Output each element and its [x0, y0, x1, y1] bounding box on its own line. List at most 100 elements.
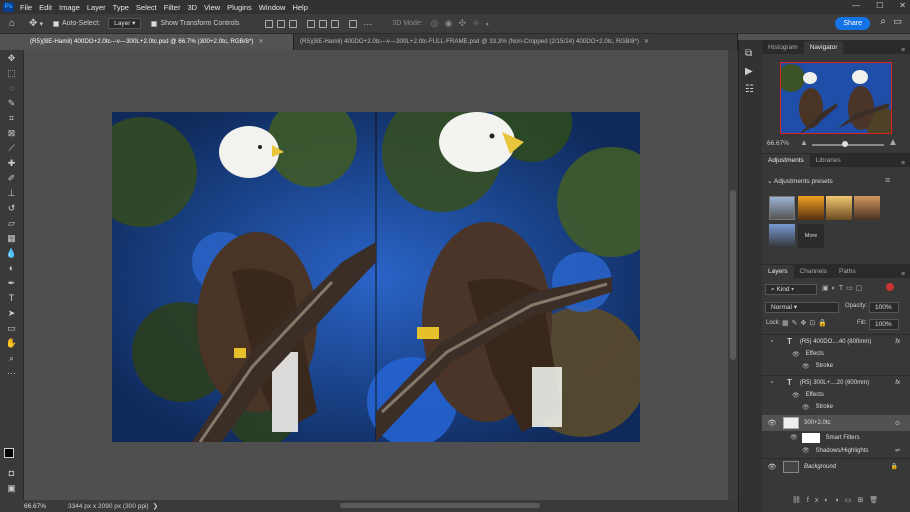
- align-bottom-icon[interactable]: [331, 19, 340, 28]
- properties-panel-icon[interactable]: ☷: [745, 84, 754, 95]
- panel-menu-icon[interactable]: ≡: [901, 160, 905, 167]
- blur-tool-icon[interactable]: 💧: [5, 248, 18, 259]
- visibility-toggle[interactable]: ▫: [767, 338, 777, 345]
- list-view-icon[interactable]: ≡: [885, 175, 890, 185]
- layers-footer-icons[interactable]: ⛓fx◐◑▭⊞🗑: [792, 496, 884, 504]
- 3d-rotate-icon[interactable]: ◎: [431, 18, 439, 29]
- align-top-icon[interactable]: [307, 19, 316, 28]
- layer-effects-row[interactable]: 👁 Effects: [762, 389, 910, 401]
- layer-row[interactable]: 👁 Background 🔒: [762, 458, 910, 474]
- lock-icons[interactable]: ▦✎✥⊡🔒: [782, 319, 830, 327]
- layer-row[interactable]: ▫ T (R5) 400DO....40 (800mm) fx: [762, 334, 910, 348]
- spot-healing-tool-icon[interactable]: ✚: [5, 158, 18, 169]
- crop-tool-icon[interactable]: ⌗: [5, 113, 18, 124]
- eye-icon[interactable]: 👁: [767, 419, 777, 427]
- more-presets-button[interactable]: More: [798, 224, 824, 248]
- layer-stroke-row[interactable]: 👁 Stroke: [762, 360, 910, 372]
- align-left-icon[interactable]: [265, 19, 274, 28]
- eyedropper-tool-icon[interactable]: ⟋: [5, 143, 18, 154]
- visibility-toggle[interactable]: ▫: [767, 379, 777, 386]
- maximize-button[interactable]: ☐: [876, 1, 883, 10]
- tool-preset-chevron-icon[interactable]: ▾: [39, 20, 43, 28]
- layer-stroke-row[interactable]: 👁 Stroke: [762, 401, 910, 413]
- workspace-icon[interactable]: ▭: [893, 16, 902, 27]
- preset-thumb-1[interactable]: [769, 196, 795, 220]
- 3d-slide-icon[interactable]: ✧: [472, 18, 480, 29]
- more-tools-icon[interactable]: ···: [5, 368, 18, 379]
- search-icon[interactable]: ⌕: [880, 16, 886, 27]
- align-hcenter-icon[interactable]: [277, 19, 286, 28]
- document-image[interactable]: [112, 112, 640, 442]
- tab-libraries[interactable]: Libraries: [810, 154, 847, 167]
- menu-file[interactable]: File: [20, 3, 32, 12]
- type-tool-icon[interactable]: T: [5, 293, 18, 304]
- menu-help[interactable]: Help: [292, 3, 307, 12]
- scrollbar-thumb[interactable]: [730, 190, 736, 360]
- filter-icons[interactable]: ▣◐T▭▢: [822, 284, 865, 292]
- tab-navigator[interactable]: Navigator: [803, 41, 844, 54]
- marquee-tool-icon[interactable]: ⬚: [5, 68, 18, 79]
- menu-view[interactable]: View: [204, 3, 220, 12]
- fx-icon[interactable]: fx: [895, 380, 900, 386]
- layer-effects-row[interactable]: 👁 Effects: [762, 348, 910, 360]
- pen-tool-icon[interactable]: ✒: [5, 278, 18, 289]
- path-select-tool-icon[interactable]: ➤: [5, 308, 18, 319]
- brush-tool-icon[interactable]: ✐: [5, 173, 18, 184]
- menu-window[interactable]: Window: [259, 3, 286, 12]
- panel-menu-icon[interactable]: ≡: [901, 271, 905, 278]
- zoom-tool-icon[interactable]: ⌕: [5, 353, 18, 364]
- quick-mask-icon[interactable]: ◘: [5, 468, 18, 479]
- tab-channels[interactable]: Channels: [794, 265, 833, 278]
- navigator-zoom-slider[interactable]: [812, 144, 884, 146]
- blend-mode-dropdown[interactable]: Normal ▾: [765, 302, 839, 313]
- quick-select-tool-icon[interactable]: ✎: [5, 98, 18, 109]
- 3d-scale-icon[interactable]: ▪: [486, 19, 489, 29]
- move-tool-icon[interactable]: ✥: [5, 53, 18, 64]
- distribute-icon[interactable]: [349, 19, 358, 28]
- zoom-out-icon[interactable]: ▲: [800, 138, 808, 147]
- tab-adjustments[interactable]: Adjustments: [762, 154, 810, 167]
- history-panel-icon[interactable]: ⧉: [745, 48, 752, 59]
- layer-row-selected[interactable]: 👁 300+2.0tc ⊙: [762, 415, 910, 431]
- home-icon[interactable]: ⌂: [9, 18, 15, 29]
- filter-toggle-icon[interactable]: [886, 283, 894, 291]
- tab-histogram[interactable]: Histogram: [762, 41, 804, 54]
- document-info[interactable]: 3344 px x 2090 px (300 ppi): [68, 503, 149, 510]
- zoom-level[interactable]: 66.67%: [24, 503, 64, 510]
- show-transform-checkbox[interactable]: Show Transform Controls: [151, 20, 239, 27]
- screen-mode-icon[interactable]: ▣: [5, 483, 18, 494]
- tab-document-2[interactable]: (R5)(BE-Hamil) 400DO+2.0tc---v---300L+2.…: [294, 34, 738, 50]
- share-button[interactable]: Share: [835, 17, 870, 30]
- menu-type[interactable]: Type: [113, 3, 129, 12]
- 3d-pan-icon[interactable]: ✣: [459, 18, 467, 29]
- tab-layers[interactable]: Layers: [762, 265, 794, 278]
- menu-filter[interactable]: Filter: [164, 3, 181, 12]
- tab-paths[interactable]: Paths: [833, 265, 862, 278]
- fx-icon[interactable]: fx: [895, 339, 900, 345]
- menu-edit[interactable]: Edit: [39, 3, 52, 12]
- menu-layer[interactable]: Layer: [87, 3, 106, 12]
- menu-3d[interactable]: 3D: [187, 3, 197, 12]
- rectangle-tool-icon[interactable]: ▭: [5, 323, 18, 334]
- filter-options-icon[interactable]: ⇌: [895, 447, 900, 454]
- history-brush-tool-icon[interactable]: ↺: [5, 203, 18, 214]
- filter-row[interactable]: 👁 Shadows/Highlights ⇌: [762, 444, 910, 457]
- menu-image[interactable]: Image: [59, 3, 80, 12]
- auto-select-checkbox[interactable]: Auto-Select:: [52, 20, 100, 27]
- eraser-tool-icon[interactable]: ▱: [5, 218, 18, 229]
- move-tool-icon[interactable]: ✥: [29, 18, 37, 29]
- zoom-slider-thumb[interactable]: [842, 141, 848, 147]
- navigator-thumbnail[interactable]: [780, 62, 892, 134]
- presets-header[interactable]: ⌄ Adjustments presets: [767, 177, 833, 185]
- menu-select[interactable]: Select: [136, 3, 157, 12]
- eye-icon[interactable]: 👁: [767, 463, 777, 471]
- status-chevron-icon[interactable]: ❯: [153, 502, 158, 510]
- hand-tool-icon[interactable]: ✋: [5, 338, 18, 349]
- opacity-field[interactable]: 100%: [869, 302, 899, 313]
- tab-document-1[interactable]: (R5)(BE-Hamil) 400DO+2.0tc---v---300L+2.…: [24, 34, 294, 50]
- filter-kind-dropdown[interactable]: ⌕ Kind ▾: [765, 284, 817, 295]
- photoshop-logo-icon[interactable]: Ps: [3, 2, 14, 12]
- lasso-tool-icon[interactable]: ◌: [5, 83, 18, 94]
- layer-row[interactable]: ▫ T (R5) 300L+....20 (600mm) fx: [762, 375, 910, 389]
- more-options-icon[interactable]: ···: [363, 19, 372, 29]
